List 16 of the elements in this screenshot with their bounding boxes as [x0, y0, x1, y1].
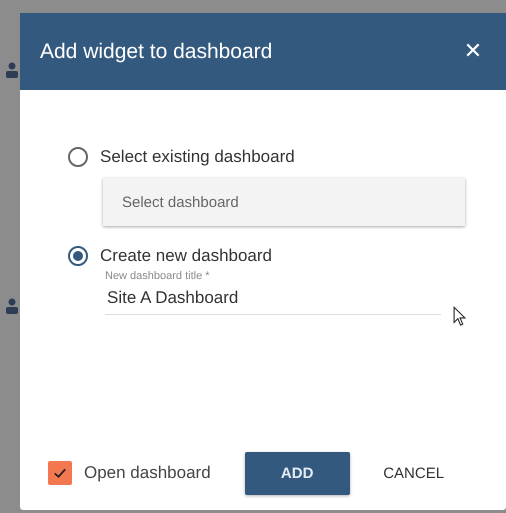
dialog-title: Add widget to dashboard — [40, 40, 272, 64]
field-label: New dashboard title * — [105, 270, 211, 282]
radio-button[interactable] — [68, 246, 88, 266]
option-label: Create new dashboard — [100, 246, 272, 266]
option-label: Select existing dashboard — [100, 147, 295, 167]
checkbox[interactable] — [48, 461, 72, 485]
checkbox-label: Open dashboard — [84, 463, 211, 483]
close-button[interactable]: ✕ — [460, 38, 486, 64]
person-icon — [6, 62, 18, 78]
person-icon — [6, 298, 18, 314]
dashboard-dropdown[interactable]: Select dashboard — [103, 178, 465, 226]
cancel-button[interactable]: CANCEL — [366, 452, 462, 494]
add-button[interactable]: ADD — [244, 452, 350, 494]
radio-button[interactable] — [68, 147, 88, 167]
title-input-field[interactable]: Site A Dashboard — [105, 282, 441, 315]
mouse-pointer-icon — [452, 306, 466, 327]
